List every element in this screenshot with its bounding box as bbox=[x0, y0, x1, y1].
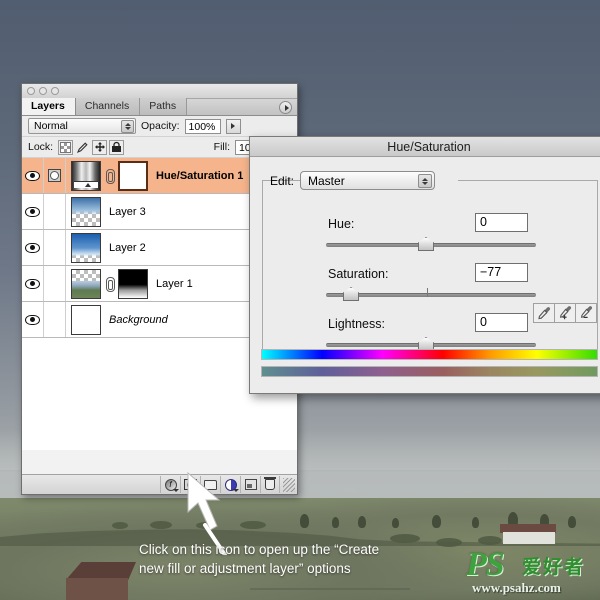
watermark-url: www.psahz.com bbox=[472, 580, 561, 595]
photo-farmhouse bbox=[500, 524, 570, 546]
blend-mode-stepper-icon[interactable] bbox=[121, 120, 134, 133]
layer-name[interactable]: Layer 3 bbox=[109, 206, 146, 218]
blend-mode-value: Normal bbox=[34, 120, 68, 132]
saturation-center-tick bbox=[427, 288, 428, 297]
edit-row: Edit: Master bbox=[270, 171, 436, 190]
lock-image-icon[interactable] bbox=[75, 140, 90, 155]
watermark-logo: PS bbox=[466, 546, 505, 583]
blend-mode-select[interactable]: Normal bbox=[28, 118, 136, 134]
layer-mask-thumbnail[interactable] bbox=[118, 268, 148, 299]
layer-link-toggle[interactable] bbox=[44, 266, 66, 301]
tab-paths[interactable]: Paths bbox=[140, 98, 188, 115]
hue-label: Hue: bbox=[328, 217, 355, 231]
edit-channel-stepper-icon[interactable] bbox=[418, 174, 433, 188]
layer-visibility-toggle[interactable] bbox=[22, 302, 44, 337]
hue-input[interactable]: 0 bbox=[475, 213, 528, 232]
edit-channel-value: Master bbox=[308, 173, 345, 188]
saturation-label: Saturation: bbox=[328, 267, 389, 281]
layer-thumbnail[interactable] bbox=[71, 232, 101, 263]
hue-spectrum-bar bbox=[261, 349, 598, 360]
eye-icon bbox=[25, 206, 40, 217]
tab-paths-label: Paths bbox=[149, 100, 177, 112]
palette-tabs: Layers Channels Paths bbox=[22, 98, 297, 116]
lock-position-icon[interactable] bbox=[92, 139, 108, 155]
watermark-chinese: 爱好者 bbox=[522, 557, 586, 578]
zoom-button[interactable] bbox=[51, 87, 59, 95]
watermark: PS 爱好者 www.psahz.com bbox=[466, 546, 596, 595]
adjustments-groupbox bbox=[262, 180, 598, 353]
annotation-caption: Click on this icon to open up the “Creat… bbox=[139, 540, 469, 578]
delete-layer-trash-icon[interactable] bbox=[260, 476, 280, 493]
panel-menu-icon[interactable] bbox=[279, 101, 292, 114]
adjusted-hue-spectrum-bar bbox=[261, 366, 598, 377]
photo-fence bbox=[250, 588, 410, 590]
eye-icon bbox=[25, 242, 40, 253]
layer-thumbnail[interactable] bbox=[71, 160, 101, 191]
layer-link-toggle[interactable] bbox=[44, 194, 66, 229]
layer-visibility-toggle[interactable] bbox=[22, 266, 44, 301]
layer-link-toggle[interactable] bbox=[44, 158, 66, 193]
eyedropper-add-icon[interactable] bbox=[554, 303, 576, 323]
layer-name[interactable]: Layer 1 bbox=[156, 278, 193, 290]
eyedropper-group bbox=[533, 303, 597, 323]
layer-visibility-toggle[interactable] bbox=[22, 230, 44, 265]
lock-label: Lock: bbox=[28, 141, 54, 153]
layer-thumbnail[interactable] bbox=[71, 196, 101, 227]
dialog-body: Edit: Master Hue: 0 Saturation: −77 Ligh… bbox=[250, 157, 600, 395]
dialog-title-label: Hue/Saturation bbox=[387, 139, 471, 154]
tab-layers-label: Layers bbox=[31, 100, 65, 112]
edit-label: Edit: bbox=[270, 173, 295, 188]
photo-barn bbox=[58, 562, 136, 600]
opacity-slider-arrow-icon[interactable] bbox=[225, 118, 241, 134]
layer-link-toggle[interactable] bbox=[44, 302, 66, 337]
minimize-button[interactable] bbox=[39, 87, 47, 95]
fill-label: Fill: bbox=[213, 141, 230, 153]
layer-link-toggle[interactable] bbox=[44, 230, 66, 265]
eye-icon bbox=[25, 314, 40, 325]
mask-active-icon bbox=[48, 169, 61, 182]
lightness-input[interactable]: 0 bbox=[475, 313, 528, 332]
add-layer-mask-icon[interactable] bbox=[180, 476, 200, 493]
resize-grip-icon[interactable] bbox=[283, 477, 295, 492]
eye-icon bbox=[25, 170, 40, 181]
palette-titlebar[interactable] bbox=[22, 84, 297, 99]
dialog-title: Hue/Saturation bbox=[250, 137, 600, 157]
eye-icon bbox=[25, 278, 40, 289]
opacity-input[interactable]: 100% bbox=[184, 118, 221, 134]
layer-thumbnail[interactable] bbox=[71, 268, 101, 299]
new-group-folder-icon[interactable] bbox=[200, 476, 220, 493]
blend-opacity-row: Normal Opacity: 100% bbox=[22, 116, 297, 137]
saturation-input[interactable]: −77 bbox=[475, 263, 528, 282]
tab-channels-label: Channels bbox=[84, 100, 130, 112]
new-layer-icon[interactable] bbox=[240, 476, 260, 493]
edit-channel-select[interactable]: Master bbox=[300, 171, 436, 190]
layer-name[interactable]: Hue/Saturation 1 bbox=[156, 170, 243, 182]
layer-name[interactable]: Background bbox=[109, 314, 168, 326]
layer-visibility-toggle[interactable] bbox=[22, 194, 44, 229]
layer-visibility-toggle[interactable] bbox=[22, 158, 44, 193]
close-button[interactable] bbox=[27, 87, 35, 95]
lock-all-icon[interactable] bbox=[109, 139, 125, 155]
palette-bottom-toolbar: f bbox=[22, 474, 297, 494]
opacity-label: Opacity: bbox=[141, 120, 180, 132]
tab-layers[interactable]: Layers bbox=[22, 98, 76, 115]
new-adjustment-layer-icon[interactable] bbox=[220, 476, 240, 493]
layer-style-fx-icon[interactable]: f bbox=[160, 476, 180, 493]
hue-saturation-dialog: Hue/Saturation Edit: Master Hue: 0 Satur… bbox=[249, 136, 600, 394]
layer-name[interactable]: Layer 2 bbox=[109, 242, 146, 254]
eyedropper-subtract-icon[interactable] bbox=[575, 303, 597, 323]
eyedropper-icon[interactable] bbox=[533, 303, 555, 323]
caption-line-2: new fill or adjustment layer” options bbox=[139, 561, 351, 576]
layer-thumbnail[interactable] bbox=[71, 304, 101, 335]
tab-channels[interactable]: Channels bbox=[75, 98, 141, 115]
caption-line-1: Click on this icon to open up the “Creat… bbox=[139, 542, 380, 557]
groupbox-top-right-rule bbox=[458, 180, 598, 181]
link-chain-icon[interactable] bbox=[105, 276, 115, 292]
link-chain-icon[interactable] bbox=[105, 168, 115, 184]
screenshot-root: Layers Channels Paths Normal Opacity: 10… bbox=[0, 0, 600, 600]
layer-mask-thumbnail[interactable] bbox=[118, 160, 148, 191]
lock-transparency-icon[interactable] bbox=[58, 139, 74, 155]
lightness-label: Lightness: bbox=[328, 317, 385, 331]
